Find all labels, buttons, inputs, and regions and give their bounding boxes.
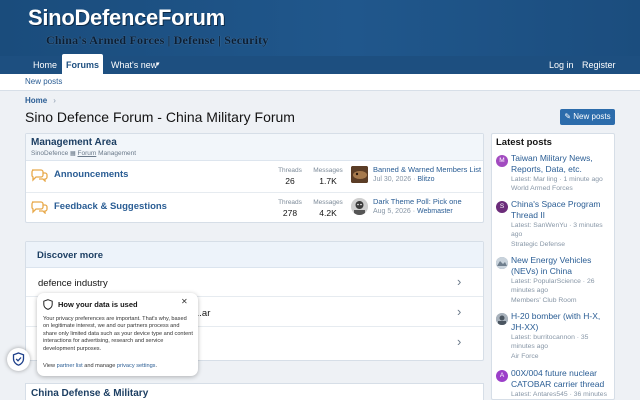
new-posts-label: New posts [573, 112, 611, 121]
chat-bubbles-icon [31, 169, 48, 182]
avatar[interactable] [496, 257, 508, 269]
avatar[interactable] [496, 313, 508, 325]
privacy-title: How your data is used [58, 300, 138, 309]
category-block: Management Area SinoDefence ▦ Forum Mana… [25, 133, 484, 223]
nav-login[interactable]: Log in [549, 56, 574, 74]
privacy-popup: How your data is used ✕ Your privacy pre… [37, 293, 198, 376]
post-title[interactable]: 00X/004 future nuclear CATOBAR carrier t… [511, 368, 613, 389]
latest-posts-sidebar: Latest posts M Taiwan Military News, Rep… [491, 133, 615, 400]
sub-nav: New posts [0, 74, 640, 91]
partner-list-link[interactable]: partner list [57, 363, 83, 369]
post-forum[interactable]: Members' Club Room [511, 297, 613, 304]
last-post-meta: Aug 5, 2026 · Webmaster [373, 208, 453, 215]
nav-forums[interactable]: Forums [62, 54, 103, 74]
messages-label: Messages [313, 199, 343, 206]
privacy-footer-mid: and manage [82, 363, 117, 369]
breadcrumb: Home › [25, 96, 56, 105]
threads-label: Threads [278, 167, 302, 174]
discover-header: Discover more [26, 242, 483, 268]
post-forum[interactable]: Air Force [511, 353, 613, 360]
post-meta: Latest: Antares545 · 36 minutes ago [511, 391, 607, 398]
new-posts-button[interactable]: ✎ New posts [560, 109, 615, 125]
avatar[interactable]: S [496, 201, 508, 213]
forum-title[interactable]: Announcements [54, 169, 128, 180]
breadcrumb-home[interactable]: Home [25, 96, 47, 105]
messages-count: 1.7K [319, 176, 337, 186]
site-logo[interactable]: SinoDefenceForum [28, 5, 225, 31]
privacy-footer: View partner list and manage privacy set… [43, 363, 195, 369]
last-post-date: Jul 30, 2026 · [373, 176, 418, 183]
post-title[interactable]: Taiwan Military News, Reports, Data, etc… [511, 153, 613, 174]
last-post-title[interactable]: Dark Theme Poll: Pick one [373, 197, 462, 206]
post-title[interactable]: New Energy Vehicles (NEVs) in China [511, 255, 613, 276]
category-desc-suffix: Management [98, 150, 137, 157]
threads-label: Threads [278, 199, 302, 206]
chevron-right-icon: › [53, 96, 56, 105]
threads-count: 278 [282, 208, 298, 218]
flag-icon: ▦ [70, 151, 76, 157]
main-nav: Home Forums What's new ▾ Log in Register [0, 54, 640, 74]
threads-count: 26 [285, 176, 295, 186]
forum-node-announcements[interactable]: Announcements Threads 26 Messages 1.7K B… [26, 161, 483, 191]
last-post-user[interactable]: Webmaster [417, 208, 453, 215]
last-post-title[interactable]: Banned & Warned Members List [373, 165, 481, 174]
category-header: Management Area SinoDefence ▦ Forum Mana… [26, 134, 483, 161]
chat-bubbles-icon [31, 201, 48, 214]
messages-label: Messages [313, 167, 343, 174]
discover-title: Discover more [37, 250, 104, 261]
category-desc-prefix: SinoDefence [31, 150, 69, 157]
chevron-down-icon[interactable]: ▾ [156, 56, 160, 74]
site-header: SinoDefenceForum China's Armed Forces | … [0, 0, 640, 56]
category-block-2: China Defense & Military [25, 383, 484, 400]
messages-count: 4.2K [319, 208, 337, 218]
category-description: SinoDefence ▦ Forum Management [31, 150, 136, 157]
subnav-new-posts[interactable]: New posts [25, 77, 62, 86]
close-icon[interactable]: ✕ [181, 297, 188, 306]
shield-icon [43, 299, 53, 310]
privacy-body: Your privacy preferences are important. … [43, 316, 193, 352]
avatar[interactable] [351, 166, 368, 183]
post-meta: Latest: PopularScience · 26 minutes ago [511, 278, 595, 295]
forum-title[interactable]: Feedback & Suggestions [54, 201, 167, 212]
nav-home[interactable]: Home [33, 56, 57, 74]
avatar[interactable]: M [496, 155, 508, 167]
category-desc-forum: Forum [77, 150, 97, 157]
post-meta: Latest: burritocannon · 35 minutes ago [511, 334, 589, 351]
avatar[interactable] [351, 198, 368, 215]
privacy-footer-suffix: . [155, 363, 158, 369]
post-meta: Latest: SanWenYu · 3 minutes ago [511, 222, 603, 239]
shield-check-icon [12, 352, 25, 366]
new-posts-icon: ✎ [564, 112, 572, 121]
privacy-settings-button[interactable] [7, 348, 30, 371]
privacy-settings-link[interactable]: privacy settings [117, 363, 156, 369]
post-meta: Latest: Mar ling · 1 minute ago [511, 176, 603, 183]
last-post-meta: Jul 30, 2026 · Blitzo [373, 176, 435, 183]
last-post-user[interactable]: Blitzo [417, 176, 434, 183]
privacy-footer-prefix: View [43, 363, 57, 369]
page-title: Sino Defence Forum - China Military Foru… [25, 109, 295, 125]
nav-register[interactable]: Register [582, 56, 616, 74]
chevron-right-icon: › [457, 334, 462, 349]
post-title[interactable]: H-20 bomber (with H-X, JH-XX) [511, 311, 613, 332]
site-tagline: China's Armed Forces | Defense | Securit… [46, 33, 269, 47]
forum-node-feedback[interactable]: Feedback & Suggestions Threads 278 Messa… [26, 192, 483, 222]
nav-whats-new[interactable]: What's new [111, 56, 157, 74]
post-forum[interactable]: Strategic Defense [511, 241, 613, 248]
post-forum[interactable]: World Armed Forces [511, 185, 613, 192]
category-title[interactable]: China Defense & Military [31, 388, 148, 399]
last-post-date: Aug 5, 2026 · [373, 208, 417, 215]
category-title[interactable]: Management Area [31, 137, 117, 148]
sidebar-title: Latest posts [496, 137, 552, 148]
post-title[interactable]: China's Space Program Thread II [511, 199, 613, 220]
discover-item-label: defence industry [38, 278, 108, 289]
chevron-right-icon: › [457, 304, 462, 319]
avatar[interactable]: A [496, 370, 508, 382]
chevron-right-icon: › [457, 274, 462, 289]
